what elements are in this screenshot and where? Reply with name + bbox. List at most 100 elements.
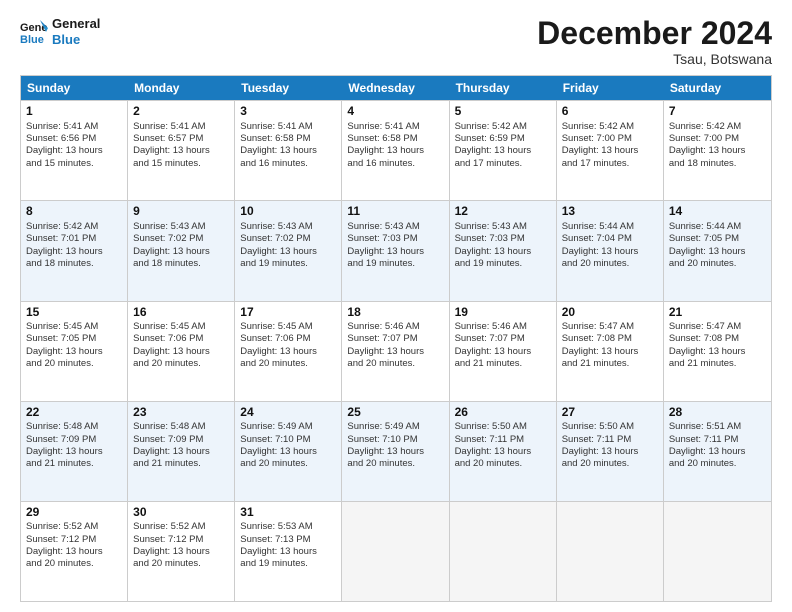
main-title: December 2024 — [537, 16, 772, 51]
daylight-minutes: and 21 minutes. — [455, 358, 523, 369]
day-number: 6 — [562, 104, 658, 120]
daylight-label: Daylight: 13 hours — [455, 346, 532, 357]
calendar-cell-18: 18 Sunrise: 5:46 AM Sunset: 7:07 PM Dayl… — [342, 302, 449, 401]
sunrise-label: Sunrise: 5:41 AM — [133, 121, 205, 132]
calendar-cell-24: 24 Sunrise: 5:49 AM Sunset: 7:10 PM Dayl… — [235, 402, 342, 501]
calendar-row-5: 29 Sunrise: 5:52 AM Sunset: 7:12 PM Dayl… — [21, 501, 771, 601]
day-number: 10 — [240, 204, 336, 220]
daylight-minutes: and 21 minutes. — [562, 358, 630, 369]
daylight-label: Daylight: 13 hours — [562, 145, 639, 156]
daylight-label: Daylight: 13 hours — [347, 346, 424, 357]
daylight-minutes: and 16 minutes. — [347, 158, 415, 169]
calendar-body: 1 Sunrise: 5:41 AM Sunset: 6:56 PM Dayli… — [21, 100, 771, 601]
sunset-label: Sunset: 7:11 PM — [455, 434, 525, 445]
calendar-cell-31: 31 Sunrise: 5:53 AM Sunset: 7:13 PM Dayl… — [235, 502, 342, 601]
subtitle: Tsau, Botswana — [537, 51, 772, 67]
daylight-label: Daylight: 13 hours — [26, 546, 103, 557]
sunset-label: Sunset: 7:11 PM — [669, 434, 739, 445]
sunset-label: Sunset: 6:58 PM — [240, 133, 310, 144]
daylight-minutes: and 20 minutes. — [240, 358, 308, 369]
calendar-cell-9: 9 Sunrise: 5:43 AM Sunset: 7:02 PM Dayli… — [128, 201, 235, 300]
sunrise-label: Sunrise: 5:43 AM — [240, 221, 312, 232]
sunset-label: Sunset: 7:09 PM — [26, 434, 96, 445]
calendar-cell-22: 22 Sunrise: 5:48 AM Sunset: 7:09 PM Dayl… — [21, 402, 128, 501]
daylight-minutes: and 20 minutes. — [562, 458, 630, 469]
calendar-cell-27: 27 Sunrise: 5:50 AM Sunset: 7:11 PM Dayl… — [557, 402, 664, 501]
calendar-cell-empty — [342, 502, 449, 601]
calendar-cell-29: 29 Sunrise: 5:52 AM Sunset: 7:12 PM Dayl… — [21, 502, 128, 601]
calendar-cell-6: 6 Sunrise: 5:42 AM Sunset: 7:00 PM Dayli… — [557, 101, 664, 200]
sunset-label: Sunset: 6:57 PM — [133, 133, 203, 144]
daylight-label: Daylight: 13 hours — [26, 145, 103, 156]
daylight-label: Daylight: 13 hours — [455, 446, 532, 457]
day-number: 2 — [133, 104, 229, 120]
sunrise-label: Sunrise: 5:46 AM — [347, 321, 419, 332]
day-number: 21 — [669, 305, 766, 321]
sunset-label: Sunset: 6:59 PM — [455, 133, 525, 144]
sunrise-label: Sunrise: 5:43 AM — [347, 221, 419, 232]
daylight-minutes: and 20 minutes. — [562, 258, 630, 269]
sunrise-label: Sunrise: 5:49 AM — [240, 421, 312, 432]
day-number: 13 — [562, 204, 658, 220]
daylight-minutes: and 17 minutes. — [562, 158, 630, 169]
calendar-cell-empty — [664, 502, 771, 601]
day-number: 25 — [347, 405, 443, 421]
daylight-label: Daylight: 13 hours — [669, 145, 746, 156]
calendar-cell-3: 3 Sunrise: 5:41 AM Sunset: 6:58 PM Dayli… — [235, 101, 342, 200]
calendar-cell-21: 21 Sunrise: 5:47 AM Sunset: 7:08 PM Dayl… — [664, 302, 771, 401]
calendar-row-4: 22 Sunrise: 5:48 AM Sunset: 7:09 PM Dayl… — [21, 401, 771, 501]
logo-line2: Blue — [52, 32, 100, 48]
sunset-label: Sunset: 7:08 PM — [669, 333, 739, 344]
day-number: 23 — [133, 405, 229, 421]
daylight-minutes: and 20 minutes. — [347, 358, 415, 369]
sunrise-label: Sunrise: 5:50 AM — [455, 421, 527, 432]
calendar-cell-19: 19 Sunrise: 5:46 AM Sunset: 7:07 PM Dayl… — [450, 302, 557, 401]
sunrise-label: Sunrise: 5:42 AM — [669, 121, 741, 132]
sunrise-label: Sunrise: 5:44 AM — [669, 221, 741, 232]
day-number: 19 — [455, 305, 551, 321]
sunrise-label: Sunrise: 5:42 AM — [26, 221, 98, 232]
header-day-friday: Friday — [557, 76, 664, 100]
day-number: 12 — [455, 204, 551, 220]
daylight-label: Daylight: 13 hours — [133, 145, 210, 156]
daylight-label: Daylight: 13 hours — [240, 346, 317, 357]
day-number: 3 — [240, 104, 336, 120]
calendar-cell-26: 26 Sunrise: 5:50 AM Sunset: 7:11 PM Dayl… — [450, 402, 557, 501]
calendar-cell-12: 12 Sunrise: 5:43 AM Sunset: 7:03 PM Dayl… — [450, 201, 557, 300]
logo-icon: General Blue — [20, 18, 48, 46]
calendar-cell-15: 15 Sunrise: 5:45 AM Sunset: 7:05 PM Dayl… — [21, 302, 128, 401]
header-day-sunday: Sunday — [21, 76, 128, 100]
calendar-cell-empty — [450, 502, 557, 601]
logo-line1: General — [52, 16, 100, 32]
calendar-row-1: 1 Sunrise: 5:41 AM Sunset: 6:56 PM Dayli… — [21, 100, 771, 200]
sunset-label: Sunset: 7:05 PM — [669, 233, 739, 244]
daylight-label: Daylight: 13 hours — [133, 246, 210, 257]
sunset-label: Sunset: 7:10 PM — [240, 434, 310, 445]
calendar-cell-7: 7 Sunrise: 5:42 AM Sunset: 7:00 PM Dayli… — [664, 101, 771, 200]
sunset-label: Sunset: 7:10 PM — [347, 434, 417, 445]
daylight-minutes: and 19 minutes. — [240, 258, 308, 269]
sunrise-label: Sunrise: 5:41 AM — [347, 121, 419, 132]
calendar-cell-4: 4 Sunrise: 5:41 AM Sunset: 6:58 PM Dayli… — [342, 101, 449, 200]
daylight-minutes: and 18 minutes. — [669, 158, 737, 169]
daylight-minutes: and 21 minutes. — [133, 458, 201, 469]
calendar-cell-8: 8 Sunrise: 5:42 AM Sunset: 7:01 PM Dayli… — [21, 201, 128, 300]
sunrise-label: Sunrise: 5:41 AM — [26, 121, 98, 132]
title-block: December 2024 Tsau, Botswana — [537, 16, 772, 67]
daylight-label: Daylight: 13 hours — [562, 346, 639, 357]
header-day-wednesday: Wednesday — [342, 76, 449, 100]
daylight-minutes: and 20 minutes. — [133, 358, 201, 369]
header-day-saturday: Saturday — [664, 76, 771, 100]
calendar-cell-5: 5 Sunrise: 5:42 AM Sunset: 6:59 PM Dayli… — [450, 101, 557, 200]
sunset-label: Sunset: 7:12 PM — [133, 534, 203, 545]
day-number: 16 — [133, 305, 229, 321]
calendar-cell-25: 25 Sunrise: 5:49 AM Sunset: 7:10 PM Dayl… — [342, 402, 449, 501]
day-number: 22 — [26, 405, 122, 421]
sunrise-label: Sunrise: 5:53 AM — [240, 521, 312, 532]
daylight-label: Daylight: 13 hours — [562, 246, 639, 257]
sunrise-label: Sunrise: 5:48 AM — [133, 421, 205, 432]
calendar-header: SundayMondayTuesdayWednesdayThursdayFrid… — [21, 76, 771, 100]
sunset-label: Sunset: 6:56 PM — [26, 133, 96, 144]
day-number: 24 — [240, 405, 336, 421]
calendar-cell-13: 13 Sunrise: 5:44 AM Sunset: 7:04 PM Dayl… — [557, 201, 664, 300]
